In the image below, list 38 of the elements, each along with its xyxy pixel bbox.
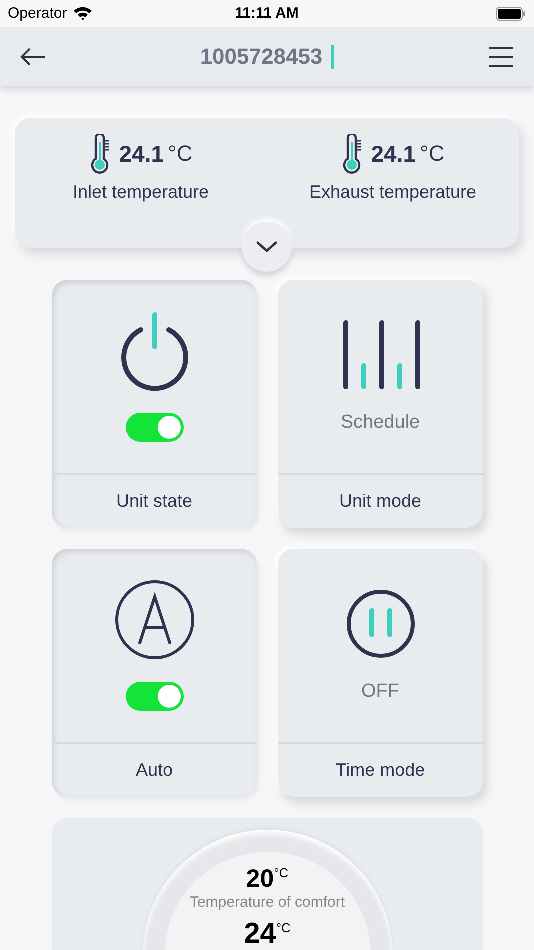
setpoint-value: 20$^{°C}$: [246, 866, 289, 894]
thermometer-icon: [89, 134, 112, 174]
power-icon: [120, 311, 190, 391]
pause-circle-icon: [346, 588, 416, 658]
control-tile[interactable]: Auto: [52, 549, 257, 797]
mode-value: OFF: [362, 680, 400, 702]
menu-icon[interactable]: [488, 46, 514, 68]
temperature-value: 24.1: [371, 140, 416, 168]
clock-time: 11:11 AM: [235, 5, 299, 22]
current-value: 24$^{°C}$: [244, 918, 291, 950]
temperature-unit: °C: [168, 141, 193, 167]
control-tile[interactable]: Schedule Unit mode: [278, 280, 483, 528]
tile-label: Auto: [136, 760, 174, 781]
wifi-icon: [73, 6, 94, 21]
chevron-down-icon: [256, 241, 278, 253]
thermometer-icon: [341, 134, 364, 174]
carrier-name: Operator: [8, 5, 68, 22]
bars-icon: [340, 320, 420, 390]
back-icon[interactable]: [20, 46, 46, 66]
temperature-dial[interactable]: 20$^{°C}$ Temperature of comfort 24$^{°C}$: [142, 830, 392, 950]
battery-icon: [496, 6, 526, 20]
toggle-switch[interactable]: [126, 682, 184, 711]
comfort-label: Temperature of comfort: [190, 894, 346, 910]
temperature-unit: °C: [420, 141, 445, 167]
control-tile[interactable]: OFF Time mode: [278, 549, 483, 797]
control-tile[interactable]: Unit state: [52, 280, 257, 528]
text-cursor: [330, 44, 334, 68]
tile-label: Unit state: [116, 491, 193, 512]
temperature-label: Inlet temperature: [72, 182, 210, 203]
mode-value: Schedule: [340, 412, 420, 434]
tile-label: Time mode: [336, 760, 426, 781]
toggle-switch[interactable]: [126, 413, 184, 442]
device-id-title: 1005728453: [200, 44, 323, 70]
tile-label: Unit mode: [339, 491, 422, 512]
expand-button[interactable]: [242, 222, 292, 272]
temperature-value: 24.1: [119, 140, 164, 168]
temperature-label: Exhaust temperature: [309, 182, 477, 203]
letter-a-circle-icon: [114, 580, 194, 660]
